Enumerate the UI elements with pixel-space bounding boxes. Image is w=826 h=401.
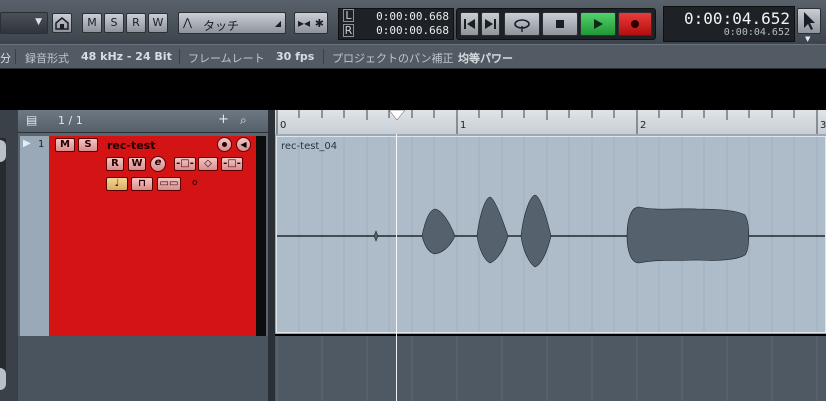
cycle-icon[interactable] [504,12,540,36]
divider [179,49,180,64]
go-to-start-icon[interactable] [460,12,479,36]
object-selection-tool-icon[interactable] [797,8,821,34]
track-slot-indicator: o [192,178,198,188]
music-note-icon[interactable]: ♩ [106,177,128,191]
track-meter [256,136,266,336]
chevron-down-icon: ▼ [35,17,42,27]
pan-law-value[interactable]: 均等パワー [458,50,513,66]
ruler-label-0: 0 [280,120,287,131]
project-info-bar: 分 録音形式 48 kHz - 24 Bit フレームレート 30 fps プロ… [0,44,826,69]
automation-mode-value: タッチ [203,19,240,33]
automation-curve-icon: ⋀ [183,16,193,29]
recording-format-label: 録音形式 [25,52,69,65]
lower-grid-lines [276,336,818,401]
lock-icon[interactable]: ⊓ [131,177,153,191]
mute-all-button[interactable]: M [82,13,102,33]
track-mute-button[interactable]: M [55,138,75,152]
pan-law-label: プロジェクトのパン補正 [332,52,454,65]
ruler-label-3: 3 [820,120,826,131]
add-track-button[interactable]: + [218,112,229,127]
ruler-label-1: 1 [460,120,467,131]
track-solo-button[interactable]: S [78,138,98,152]
page-counter: 1 / 1 [58,114,83,127]
knob[interactable] [0,368,6,390]
record-icon[interactable] [618,12,652,36]
record-enable-icon[interactable] [217,137,232,152]
go-to-end-icon[interactable] [481,12,500,36]
left-locator-label: L [343,9,354,22]
write-all-button[interactable]: W [148,13,168,33]
empty-track-area[interactable] [18,336,268,401]
transport-toolbar: ▼ M S R W ⋀ タッチ ◢ ▸◂ ✱ L R 0:00:00.668 0… [0,0,826,44]
track-number: 1 [38,139,45,150]
frame-rate-value[interactable]: 30 fps [276,50,314,63]
automation-panel-button[interactable]: ▸◂ ✱ [294,12,328,34]
transport-panel [456,8,656,40]
read-automation-button[interactable]: R [106,157,124,171]
empty-lane-area[interactable] [275,336,826,401]
chevron-down-icon[interactable]: ▼ [805,35,810,43]
solo-all-button[interactable]: S [104,13,124,33]
home-icon[interactable] [52,13,72,33]
secondary-time-display: 0:00:04.652 [723,27,790,38]
recording-format-value[interactable]: 48 kHz - 24 Bit [81,50,172,63]
expand-triangle-icon[interactable]: ▶ [23,138,31,149]
play-icon[interactable] [580,12,616,36]
asterisk-icon: ✱ [314,17,324,30]
timebase-icon[interactable]: ◇ [198,157,218,171]
splitter[interactable] [268,110,275,401]
playhead-marker-icon[interactable] [389,110,405,122]
track-header[interactable]: M S rec-test ◀ R W e -□- ◇ -□- ♩ ⊓ ▭▭ o [49,136,256,336]
knob[interactable] [0,140,6,162]
track-name[interactable]: rec-test [107,139,156,152]
audio-event[interactable]: rec-test_04 [276,136,826,333]
inspector-edge [0,138,6,378]
search-icon[interactable]: ⌕ [240,113,247,128]
audio-waveform [277,194,825,268]
arrows-icon: ▸◂ [298,16,311,30]
time-ruler[interactable]: 0 1 2 3 [275,110,826,135]
inserts-icon[interactable]: ▭▭ [157,177,181,191]
track-number-column: ▶ 1 [20,136,49,336]
ruler-ticks [276,110,818,134]
ruler-label-2: 2 [640,120,647,131]
left-locator-time: 0:00:00.668 [376,10,449,23]
lanes-icon[interactable]: -□- [221,157,243,171]
monitor-speaker-icon[interactable]: ◀ [236,137,251,152]
automation-mode-select[interactable]: ⋀ タッチ ◢ [178,12,286,34]
preset-dropdown[interactable]: ▼ [0,12,48,34]
chevron-down-icon: ◢ [274,19,281,28]
locator-display[interactable]: L R 0:00:00.668 0:00:00.668 [338,8,454,40]
divider [15,49,16,64]
stop-icon[interactable] [542,12,578,36]
track-list-menu-icon[interactable]: ▤ [26,113,37,127]
lane-display-icon[interactable]: -□- [174,157,196,171]
cut-off-label: 分 [0,52,11,65]
playhead-line [396,134,397,401]
right-locator-label: R [343,24,354,37]
write-automation-button[interactable]: W [128,157,146,171]
inspector-strip [0,110,18,401]
divider [323,49,324,64]
time-display[interactable]: 0:00:04.652 0:00:04.652 [663,6,795,42]
read-all-button[interactable]: R [126,13,146,33]
right-locator-time: 0:00:00.668 [376,24,449,37]
edit-channel-button[interactable]: e [150,156,166,172]
track-list-header: ▤ 1 / 1 + ⌕ [18,110,268,133]
frame-rate-label: フレームレート [188,52,265,65]
primary-time-display: 0:00:04.652 [684,9,790,28]
